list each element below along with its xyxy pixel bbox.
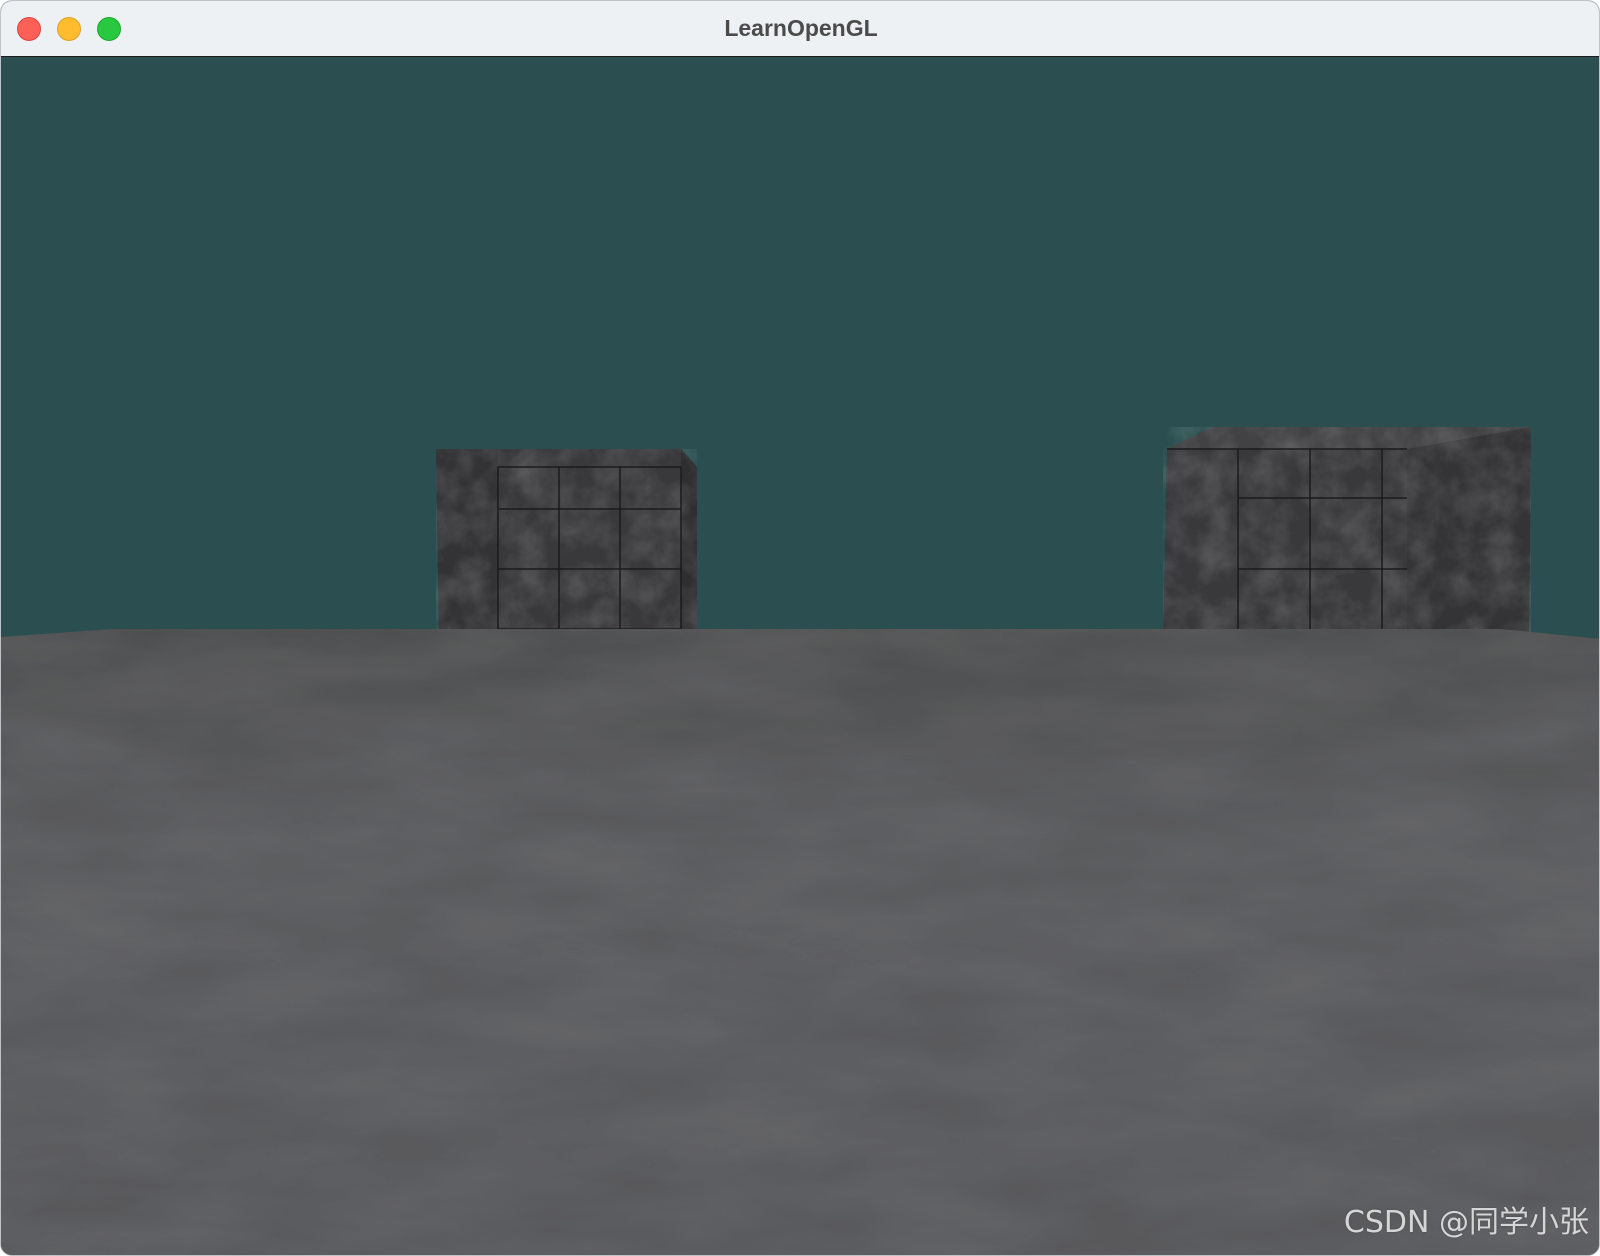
- title-bar[interactable]: LearnOpenGL: [1, 1, 1599, 57]
- window-title: LearnOpenGL: [724, 15, 878, 41]
- app-window: LearnOpenGL CSDN @同学小张: [0, 0, 1600, 1256]
- cube-left: [436, 449, 697, 639]
- cube-right: [1163, 427, 1531, 639]
- csdn-watermark: CSDN @同学小张: [1343, 1205, 1589, 1240]
- floor-plane: [1, 629, 1599, 1255]
- opengl-viewport[interactable]: [1, 57, 1599, 1255]
